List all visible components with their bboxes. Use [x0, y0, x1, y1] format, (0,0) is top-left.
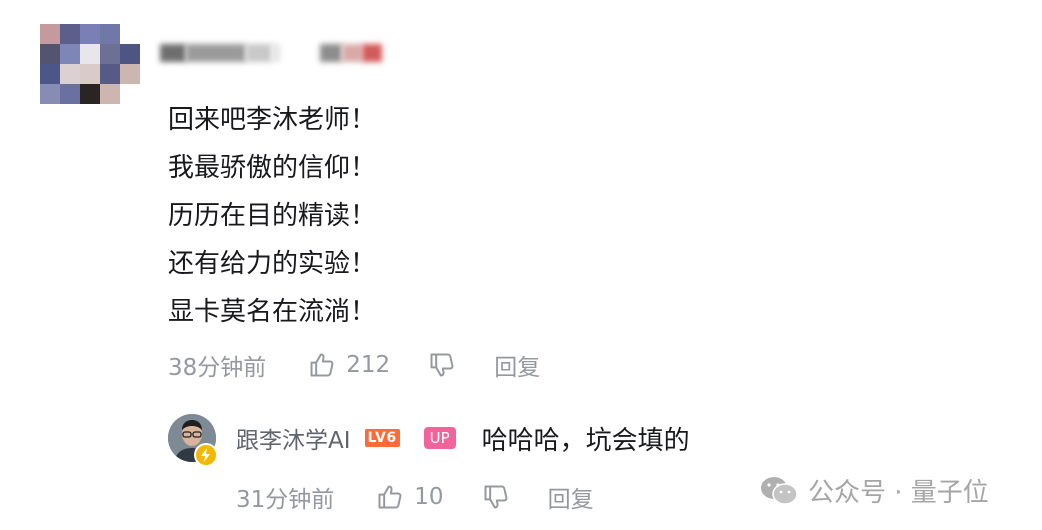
watermark: 公众号 · 量子位: [760, 472, 989, 509]
reply-time: 31分钟前: [236, 487, 335, 513]
comment-line: 显卡莫名在流淌！: [168, 297, 377, 327]
commenter-avatar[interactable]: [40, 24, 140, 104]
comment-body: 回来吧李沐老师！ 我最骄傲的信仰！ 历历在目的精读！ 还有给力的实验！ 显卡莫名…: [168, 96, 768, 336]
reply-like-button[interactable]: 10: [376, 483, 444, 511]
reply-like-count: 10: [414, 484, 444, 510]
comment-line: 历历在目的精读！: [168, 201, 377, 231]
reply-dislike-button[interactable]: [482, 483, 510, 511]
watermark-text: 公众号 · 量子位: [808, 478, 989, 508]
reply-actions: 31分钟前 10 回复: [236, 477, 594, 517]
dislike-button[interactable]: [428, 351, 456, 379]
blurred-username[interactable]: [160, 44, 390, 62]
like-button[interactable]: 212: [308, 351, 390, 379]
comment-time: 38分钟前: [168, 355, 267, 381]
up-badge: UP: [423, 427, 456, 449]
verified-bolt-icon: [194, 443, 218, 467]
comment-line: 还有给力的实验！: [168, 249, 377, 279]
reply-reply-button[interactable]: 回复: [548, 480, 594, 514]
reply-text: 哈哈哈，坑会填的: [481, 425, 690, 456]
level-badge: LV6: [364, 429, 400, 447]
reply-username[interactable]: 跟李沐学AI: [236, 421, 351, 455]
thumbs-down-icon: [484, 485, 507, 509]
reply-header: 跟李沐学AI LV6 UP 哈哈哈，坑会填的: [236, 420, 690, 456]
thumbs-down-icon: [430, 353, 454, 377]
comment-actions: 38分钟前 212 回复: [168, 345, 540, 385]
thumbs-up-icon: [378, 485, 402, 509]
like-count: 212: [346, 352, 391, 378]
comment-line: 回来吧李沐老师！: [168, 105, 377, 135]
reply-button[interactable]: 回复: [494, 348, 540, 382]
comment-line: 我最骄傲的信仰！: [168, 153, 377, 183]
thumbs-up-icon: [310, 353, 334, 377]
wechat-icon: [761, 476, 798, 505]
